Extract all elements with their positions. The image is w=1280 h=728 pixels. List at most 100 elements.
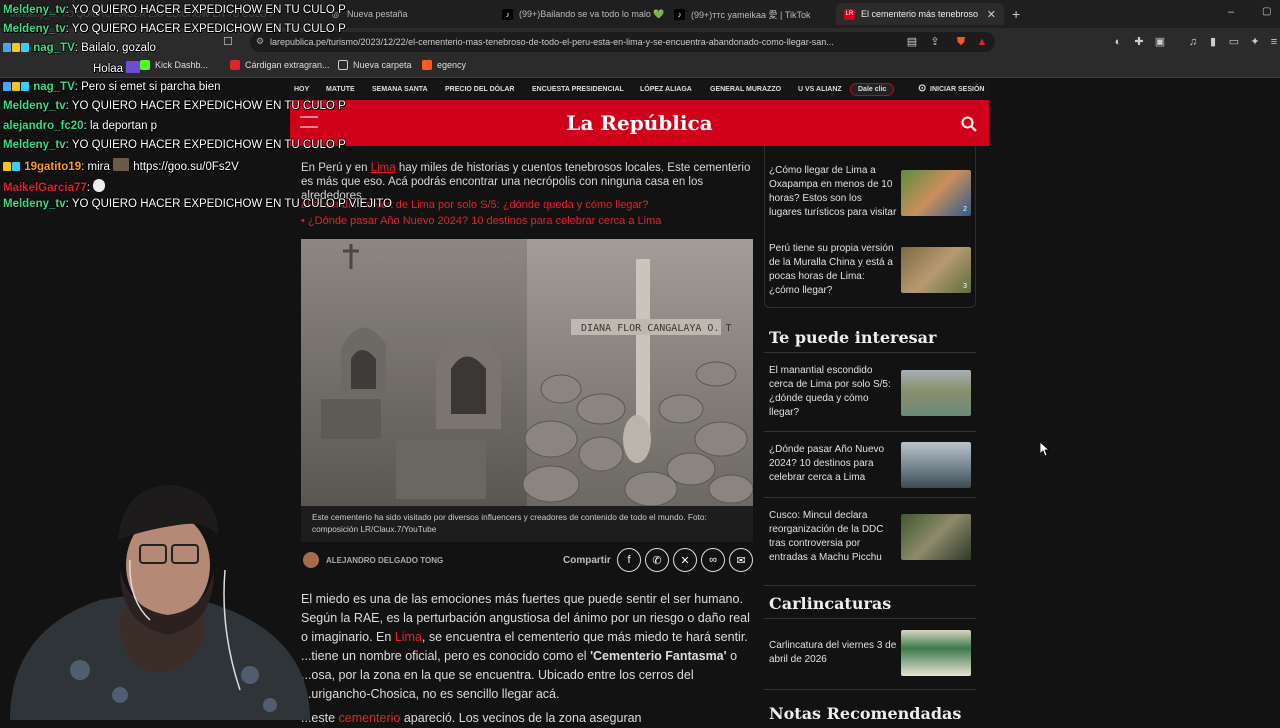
intro-lima-link[interactable]: Lima [371,162,396,174]
screenshot-icon[interactable]: ▣ [1154,36,1166,48]
sidebar-card-oxapampa[interactable]: ¿Cómo llegar de Lima a Oxapampa en menos… [769,164,976,224]
nav-lopez-aliaga[interactable]: LÓPEZ ALIAGA [640,86,692,93]
menu-icon[interactable]: ≡ [1268,36,1280,48]
kick-icon [140,60,150,70]
share-page-icon[interactable]: ⇪ [929,36,941,48]
chat-text: Bailalo, gozalo [81,42,156,54]
bookmark-kick[interactable]: Kick Dashb... [140,60,208,70]
brave-rewards-icon[interactable]: ▲ [976,36,988,48]
tiktok-icon: ♪ [674,8,685,20]
url-bar[interactable]: ⚙ larepublica.pe/turismo/2023/12/22/el-c… [250,32,995,52]
nav-hoy[interactable]: HOY [294,86,309,93]
chat-text: YO QUIERO HACER EXPEDICHOW EN TU CULO P [71,139,346,151]
folder-icon [338,60,348,70]
tab-tiktok-1-label: (99+)Bailando se va todo lo malo 💚 [519,8,664,19]
tab-larepublica[interactable]: LR El cementerio más tenebroso de ✕ [836,3,1004,25]
crown-badge-icon [3,162,11,171]
bookmark-folder[interactable]: Nueva carpeta [338,60,412,70]
divider [764,618,976,619]
email-share-icon[interactable]: ✉ [729,548,753,572]
extensions-icon[interactable]: ✚ [1133,36,1145,48]
site-logo[interactable]: La República [290,111,989,135]
intro-text-a: En Perú y en [301,162,371,174]
tab-new[interactable]: ◎ Nueva pestaña [322,3,492,25]
divider [764,689,976,690]
sidebar-card-muralla-text: Perú tiene su propia versión de la Mural… [769,243,894,296]
chat-text: la deportan p [89,120,158,132]
extension-1-icon[interactable]: ◐ [1112,36,1124,48]
chat-message: nag_TV: Bailalo, gozalo [3,42,156,54]
chat-message: Meldeny_tv: YO QUIERO HACER EXPEDICHOW E… [3,100,346,112]
notas-recomendadas-heading: Notas Recomendadas [769,704,962,723]
x-share-icon[interactable]: ✕ [673,548,697,572]
chat-username: 19gatito19 [24,161,82,173]
bookmark-egency-label: egency [437,60,467,70]
nav-precio-dolar[interactable]: PRECIO DEL DÓLAR [445,86,515,93]
nav-general-murazzo[interactable]: GENERAL MURAZZO [710,86,781,93]
chat-text: YO QUIERO HACER EXPEDICHOW EN TU CULO P … [71,198,392,210]
chat-text: Pero si emet si parcha bien [81,81,221,93]
muralla-thumbnail: 3 [901,247,971,293]
gem-badge-icon [21,43,29,52]
chat-link[interactable]: https://goo.su/0Fs2V [133,161,238,173]
nav-encuesta[interactable]: ENCUESTA PRESIDENCIAL [532,86,624,93]
body-line-7b: apareció. Los vecinos de la zona asegura… [400,711,642,725]
copy-link-icon[interactable]: ∞ [701,548,725,572]
gallery-count-1: 2 [963,206,967,213]
sidebar-card-muralla[interactable]: Perú tiene su propia versión de la Mural… [769,242,976,302]
leo-icon[interactable]: ✦ [1249,36,1261,48]
tab-tiktok-2[interactable]: ♪ (99+)ттc yameikaa 愛 | TikTok [666,3,836,25]
streamer-webcam [0,470,420,720]
interest-card-cusco[interactable]: Cusco: Mincul declara reorganización de … [769,509,976,569]
emote-icon [113,158,130,171]
nav-matute[interactable]: MATUTE [326,86,355,93]
interest-card-ano-nuevo[interactable]: ¿Dónde pasar Año Nuevo 2024? 10 destinos… [769,442,976,489]
wallet-icon[interactable]: ▭ [1228,36,1240,48]
chat-username: Meldeny_tv [3,23,66,35]
site-topnav: HOY MATUTE SEMANA SANTA PRECIO DEL DÓLAR… [290,80,990,100]
nav-u-vs-alianza[interactable]: U VS ALIANZ [798,86,842,93]
sidebar-icon[interactable]: ▮ [1207,36,1219,48]
te-puede-interesar-heading: Te puede interesar [769,328,937,347]
divider [764,431,976,432]
interest-card-ano-nuevo-text: ¿Dónde pasar Año Nuevo 2024? 10 destinos… [769,444,885,483]
whatsapp-share-icon[interactable]: ✆ [645,548,669,572]
restore-icon[interactable]: ▢ [1262,6,1271,17]
login-link[interactable]: INICIAR SESIÓN [930,86,984,93]
search-icon[interactable] [961,116,977,132]
reader-icon[interactable]: ▤ [906,36,918,48]
media-icon[interactable]: ♫ [1187,36,1199,48]
gallery-count-2: 3 [963,283,967,290]
chat-text: YO QUIERO HACER EXPEDICHOW EN TU CULO P [71,4,346,16]
streamer-figure [10,485,310,720]
brave-shield-icon[interactable]: ⛊ [955,36,967,48]
facebook-share-icon[interactable]: f [617,548,641,572]
url-text: larepublica.pe/turismo/2023/12/22/el-cem… [270,37,834,47]
tab-tiktok-1[interactable]: ♪ (99+)Bailando se va todo lo malo 💚 [494,3,664,25]
interest-card-manantial[interactable]: El manantial escondido cerca de Lima por… [769,364,976,424]
tab-larepublica-label: El cementerio más tenebroso de [861,9,979,19]
cemetery-image: DIANA FLOR CANGALAYA O. T [301,239,753,506]
chat-message: Meldeny_tv: YO QUIERO HACER EXPEDICHOW E… [3,4,346,16]
cta-button[interactable]: Dale clic [850,83,895,96]
body-cementerio-fantasma: 'Cementerio Fantasma' [590,649,727,663]
nav-semana-santa[interactable]: SEMANA SANTA [372,86,428,93]
carlincaturas-heading: Carlincaturas [769,594,892,613]
machu-picchu-thumbnail [901,514,971,560]
minimize-icon[interactable]: – [1228,6,1234,18]
close-tab-icon[interactable]: ✕ [987,8,996,21]
bookmark-cardigan[interactable]: Cárdigan extragran... [230,60,330,70]
related-link-2[interactable]: • ¿Dónde pasar Año Nuevo 2024? 10 destin… [301,215,661,227]
site-info-icon[interactable]: ⚙ [256,36,264,47]
chat-username: Meldeny_tv [3,4,66,16]
mouse-cursor-icon [1040,442,1050,457]
tiktok-icon: ♪ [502,8,513,20]
bookmark-egency[interactable]: egency [422,60,466,70]
larepublica-favicon: LR [844,8,855,20]
bookmark-folder-label: Nueva carpeta [353,60,412,70]
user-icon[interactable]: ⊙ [918,83,926,94]
bookmark-icon[interactable]: ☐ [222,36,234,48]
new-tab-button[interactable]: + [1012,6,1020,22]
carlincatura-card[interactable]: Carlincatura del viernes 3 de abril de 2… [769,630,976,685]
bookmark-cardigan-label: Cárdigan extragran... [245,60,330,70]
